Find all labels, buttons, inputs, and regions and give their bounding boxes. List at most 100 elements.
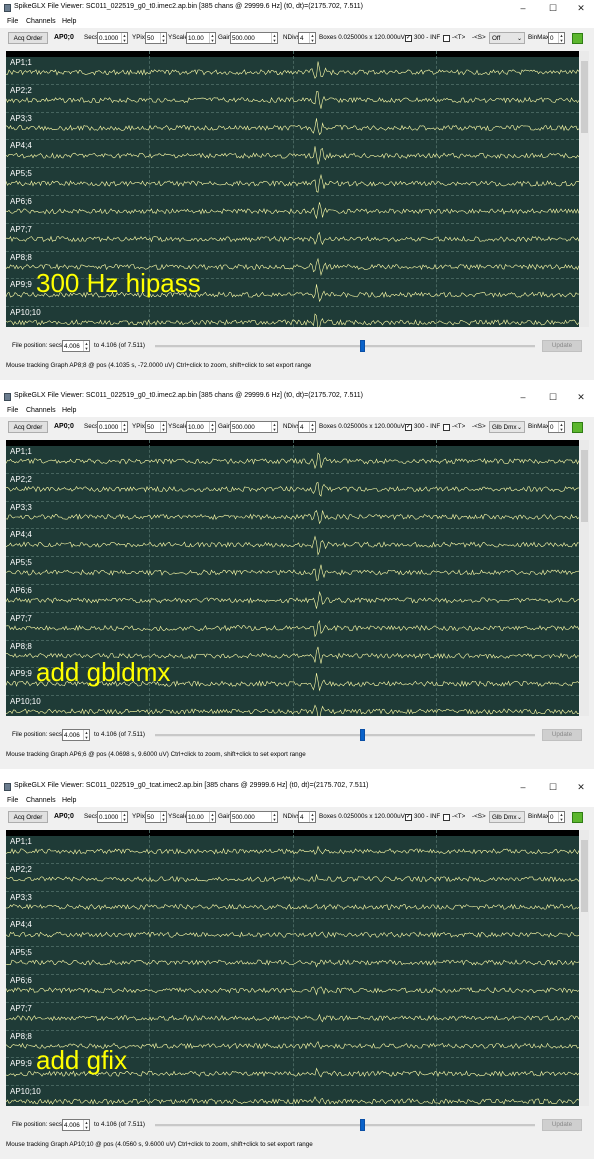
maximize-icon[interactable]: ☐ — [546, 2, 560, 14]
close-icon[interactable]: ✕ — [574, 781, 588, 793]
acq-order-button[interactable]: Acq Order — [8, 421, 48, 433]
gain-spinbox[interactable]: 500.000 ▲ ▼ — [230, 32, 278, 44]
spin-arrows-icon[interactable]: ▲ ▼ — [160, 422, 166, 432]
close-icon[interactable]: ✕ — [574, 2, 588, 14]
gain-spinbox[interactable]: 500.000 ▲ ▼ — [230, 421, 278, 433]
green-tool-icon[interactable] — [572, 812, 583, 823]
minimize-icon[interactable]: – — [516, 391, 530, 403]
green-tool-icon[interactable] — [572, 33, 583, 44]
menu-file[interactable]: File — [7, 18, 18, 25]
spin-arrows-icon[interactable]: ▲ ▼ — [121, 33, 127, 43]
spin-arrows-icon[interactable]: ▲ ▼ — [121, 812, 127, 822]
ndivs-spinbox[interactable]: 4 ▲ ▼ — [298, 32, 316, 44]
spin-arrows-icon[interactable]: ▲ ▼ — [83, 1120, 89, 1130]
spin-arrows-icon[interactable]: ▲ ▼ — [121, 422, 127, 432]
ypix-spinbox[interactable]: 50 ▲ ▼ — [145, 421, 167, 433]
file-position-slider[interactable] — [155, 345, 535, 348]
acq-order-button[interactable]: Acq Order — [8, 32, 48, 44]
update-button[interactable]: Update — [542, 340, 582, 352]
t-filter-checkbox[interactable] — [443, 814, 450, 821]
window-title: SpikeGLX File Viewer: SC011_022519_g0_tc… — [14, 782, 369, 789]
spin-arrows-icon[interactable]: ▲ ▼ — [271, 812, 277, 822]
menu-channels[interactable]: Channels — [26, 797, 56, 804]
file-position-spinbox[interactable]: 4.006 ▲ ▼ — [62, 1119, 90, 1131]
file-position-spinbox[interactable]: 4.006 ▲ ▼ — [62, 729, 90, 741]
minimize-icon[interactable]: – — [516, 2, 530, 14]
menu-channels[interactable]: Channels — [26, 407, 56, 414]
hipass-checkbox[interactable]: ✓ — [405, 424, 412, 431]
spin-arrows-icon[interactable]: ▲ ▼ — [209, 812, 215, 822]
dmx-select[interactable]: Glb Dmx ⌄ — [489, 421, 525, 433]
dmx-select[interactable]: Off ⌄ — [489, 32, 525, 44]
graph-area[interactable]: AP1;1 AP2;2 AP3;3 AP4;4 AP5;5 AP6;6 AP7;7 AP8;8… — [6, 440, 579, 716]
file-position-slider-handle[interactable] — [360, 340, 366, 352]
graph-area[interactable]: AP1;1 AP2;2 AP3;3 AP4;4 AP5;5 AP6;6 AP7;7 AP8;8… — [6, 830, 579, 1106]
dmx-select[interactable]: Glb Dmx ⌄ — [489, 811, 525, 823]
menu-help[interactable]: Help — [62, 797, 76, 804]
ndivs-spinbox[interactable]: 4 ▲ ▼ — [298, 421, 316, 433]
spin-arrows-icon[interactable]: ▲ ▼ — [160, 33, 166, 43]
spin-arrows-icon[interactable]: ▲ ▼ — [309, 33, 315, 43]
spin-arrows-icon[interactable]: ▲ ▼ — [558, 812, 564, 822]
acq-order-button[interactable]: Acq Order — [8, 811, 48, 823]
spin-arrows-icon[interactable]: ▲ ▼ — [160, 812, 166, 822]
vertical-scrollbar[interactable] — [580, 51, 589, 327]
binmax-spinbox[interactable]: 0 ▲ ▼ — [548, 32, 565, 44]
scrollbar-thumb[interactable] — [581, 840, 588, 912]
yscale-spinbox[interactable]: 10.00 ▲ ▼ — [186, 421, 216, 433]
vertical-scrollbar[interactable] — [580, 440, 589, 716]
green-tool-icon[interactable] — [572, 422, 583, 433]
binmax-spinbox[interactable]: 0 ▲ ▼ — [548, 421, 565, 433]
binmax-spinbox[interactable]: 0 ▲ ▼ — [548, 811, 565, 823]
gain-spinbox[interactable]: 500.000 ▲ ▼ — [230, 811, 278, 823]
spin-arrows-icon[interactable]: ▲ ▼ — [271, 33, 277, 43]
yscale-spinbox[interactable]: 10.00 ▲ ▼ — [186, 811, 216, 823]
secs-spinbox[interactable]: 0.1000 ▲ ▼ — [97, 811, 128, 823]
menu-file[interactable]: File — [7, 407, 18, 414]
title-bar[interactable]: SpikeGLX File Viewer: SC011_022519_g0_t0… — [0, 0, 594, 16]
menu-file[interactable]: File — [7, 797, 18, 804]
file-position-slider-handle[interactable] — [360, 729, 366, 741]
spin-arrows-icon[interactable]: ▲ ▼ — [209, 33, 215, 43]
title-bar[interactable]: SpikeGLX File Viewer: SC011_022519_g0_t0… — [0, 389, 594, 405]
file-position-spinbox[interactable]: 4.006 ▲ ▼ — [62, 340, 90, 352]
maximize-icon[interactable]: ☐ — [546, 391, 560, 403]
spin-arrows-icon[interactable]: ▲ ▼ — [309, 422, 315, 432]
t-filter-checkbox[interactable] — [443, 35, 450, 42]
file-position-slider-handle[interactable] — [360, 1119, 366, 1131]
spin-arrows-icon[interactable]: ▲ ▼ — [271, 422, 277, 432]
hipass-checkbox[interactable]: ✓ — [405, 35, 412, 42]
title-bar[interactable]: SpikeGLX File Viewer: SC011_022519_g0_tc… — [0, 779, 594, 795]
hipass-checkbox[interactable]: ✓ — [405, 814, 412, 821]
spin-arrows-icon[interactable]: ▲ ▼ — [309, 812, 315, 822]
ypix-spinbox[interactable]: 50 ▲ ▼ — [145, 811, 167, 823]
spin-arrows-icon[interactable]: ▲ ▼ — [209, 422, 215, 432]
spin-arrows-icon[interactable]: ▲ ▼ — [558, 422, 564, 432]
secs-spinbox[interactable]: 0.1000 ▲ ▼ — [97, 421, 128, 433]
file-position-slider[interactable] — [155, 1124, 535, 1127]
file-position-slider[interactable] — [155, 734, 535, 737]
update-button[interactable]: Update — [542, 1119, 582, 1131]
scrollbar-thumb[interactable] — [581, 450, 588, 522]
menu-channels[interactable]: Channels — [26, 18, 56, 25]
maximize-icon[interactable]: ☐ — [546, 781, 560, 793]
graph-area[interactable]: AP1;1 AP2;2 AP3;3 AP4;4 AP5;5 AP6;6 AP7;7 AP8;8… — [6, 51, 579, 327]
yscale-spinbox[interactable]: 10.00 ▲ ▼ — [186, 32, 216, 44]
menu-help[interactable]: Help — [62, 407, 76, 414]
vertical-scrollbar[interactable] — [580, 830, 589, 1106]
graph-id-label: AP0;0 — [54, 423, 74, 430]
menu-help[interactable]: Help — [62, 18, 76, 25]
spin-arrows-icon[interactable]: ▲ ▼ — [558, 33, 564, 43]
update-button[interactable]: Update — [542, 729, 582, 741]
ndivs-spinbox[interactable]: 4 ▲ ▼ — [298, 811, 316, 823]
t-filter-checkbox[interactable] — [443, 424, 450, 431]
spikeglx-app-icon — [4, 783, 11, 791]
channel-label: AP1;1 — [10, 447, 32, 456]
spin-arrows-icon[interactable]: ▲ ▼ — [83, 730, 89, 740]
secs-spinbox[interactable]: 0.1000 ▲ ▼ — [97, 32, 128, 44]
minimize-icon[interactable]: – — [516, 781, 530, 793]
spin-arrows-icon[interactable]: ▲ ▼ — [83, 341, 89, 351]
ypix-spinbox[interactable]: 50 ▲ ▼ — [145, 32, 167, 44]
scrollbar-thumb[interactable] — [581, 61, 588, 133]
close-icon[interactable]: ✕ — [574, 391, 588, 403]
